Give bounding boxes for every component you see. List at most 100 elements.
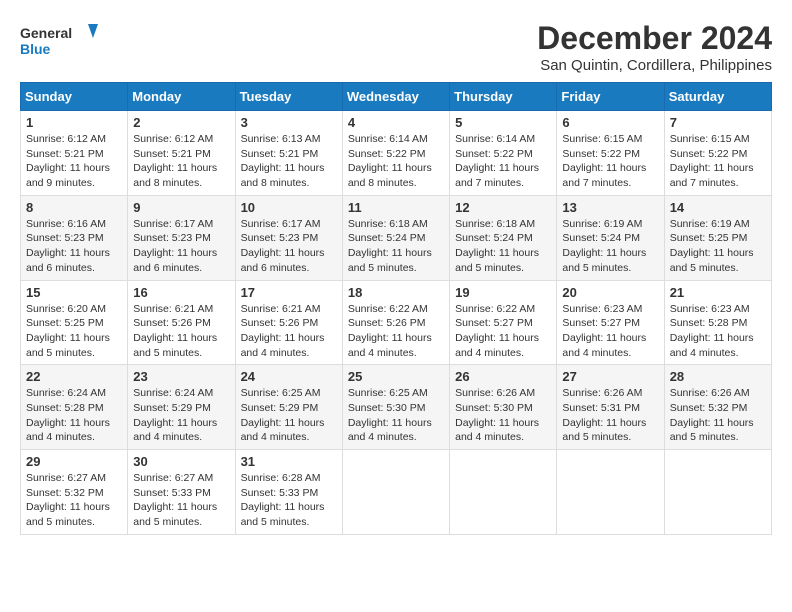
day-number: 30 <box>133 454 229 469</box>
calendar-cell <box>557 450 664 535</box>
day-number: 11 <box>348 200 444 215</box>
sunrise-text: Sunrise: 6:15 AM <box>562 132 658 147</box>
calendar-cell: 2 Sunrise: 6:12 AM Sunset: 5:21 PM Dayli… <box>128 111 235 196</box>
daylight-text: Daylight: 11 hours and 4 minutes. <box>133 416 229 445</box>
cell-content: Sunrise: 6:15 AM Sunset: 5:22 PM Dayligh… <box>670 132 766 191</box>
sunrise-text: Sunrise: 6:26 AM <box>670 386 766 401</box>
cell-content: Sunrise: 6:22 AM Sunset: 5:26 PM Dayligh… <box>348 302 444 361</box>
daylight-text: Daylight: 11 hours and 9 minutes. <box>26 161 122 190</box>
day-number: 20 <box>562 285 658 300</box>
daylight-text: Daylight: 11 hours and 5 minutes. <box>670 416 766 445</box>
sunrise-text: Sunrise: 6:15 AM <box>670 132 766 147</box>
sunset-text: Sunset: 5:26 PM <box>241 316 337 331</box>
sunrise-text: Sunrise: 6:28 AM <box>241 471 337 486</box>
calendar-cell <box>342 450 449 535</box>
sunset-text: Sunset: 5:28 PM <box>26 401 122 416</box>
daylight-text: Daylight: 11 hours and 5 minutes. <box>26 331 122 360</box>
daylight-text: Daylight: 11 hours and 4 minutes. <box>26 416 122 445</box>
day-number: 4 <box>348 115 444 130</box>
sunrise-text: Sunrise: 6:17 AM <box>133 217 229 232</box>
calendar-row: 1 Sunrise: 6:12 AM Sunset: 5:21 PM Dayli… <box>21 111 772 196</box>
day-number: 16 <box>133 285 229 300</box>
daylight-text: Daylight: 11 hours and 5 minutes. <box>241 500 337 529</box>
daylight-text: Daylight: 11 hours and 4 minutes. <box>562 331 658 360</box>
daylight-text: Daylight: 11 hours and 5 minutes. <box>562 246 658 275</box>
sunset-text: Sunset: 5:26 PM <box>348 316 444 331</box>
calendar-cell: 21 Sunrise: 6:23 AM Sunset: 5:28 PM Dayl… <box>664 280 771 365</box>
sunrise-text: Sunrise: 6:20 AM <box>26 302 122 317</box>
sunrise-text: Sunrise: 6:27 AM <box>133 471 229 486</box>
daylight-text: Daylight: 11 hours and 4 minutes. <box>348 416 444 445</box>
daylight-text: Daylight: 11 hours and 6 minutes. <box>26 246 122 275</box>
cell-content: Sunrise: 6:14 AM Sunset: 5:22 PM Dayligh… <box>455 132 551 191</box>
sunset-text: Sunset: 5:23 PM <box>26 231 122 246</box>
sunset-text: Sunset: 5:24 PM <box>455 231 551 246</box>
cell-content: Sunrise: 6:23 AM Sunset: 5:28 PM Dayligh… <box>670 302 766 361</box>
calendar-cell <box>664 450 771 535</box>
sunset-text: Sunset: 5:28 PM <box>670 316 766 331</box>
calendar-cell: 19 Sunrise: 6:22 AM Sunset: 5:27 PM Dayl… <box>450 280 557 365</box>
day-number: 27 <box>562 369 658 384</box>
sunset-text: Sunset: 5:23 PM <box>133 231 229 246</box>
day-number: 26 <box>455 369 551 384</box>
sunset-text: Sunset: 5:33 PM <box>241 486 337 501</box>
cell-content: Sunrise: 6:24 AM Sunset: 5:29 PM Dayligh… <box>133 386 229 445</box>
daylight-text: Daylight: 11 hours and 5 minutes. <box>133 331 229 360</box>
calendar-row: 15 Sunrise: 6:20 AM Sunset: 5:25 PM Dayl… <box>21 280 772 365</box>
cell-content: Sunrise: 6:28 AM Sunset: 5:33 PM Dayligh… <box>241 471 337 530</box>
daylight-text: Daylight: 11 hours and 4 minutes. <box>455 416 551 445</box>
sunset-text: Sunset: 5:27 PM <box>455 316 551 331</box>
daylight-text: Daylight: 11 hours and 4 minutes. <box>241 416 337 445</box>
page-container: General Blue December 2024 San Quintin, … <box>20 20 772 535</box>
daylight-text: Daylight: 11 hours and 8 minutes. <box>133 161 229 190</box>
sunrise-text: Sunrise: 6:12 AM <box>133 132 229 147</box>
calendar-cell: 7 Sunrise: 6:15 AM Sunset: 5:22 PM Dayli… <box>664 111 771 196</box>
sunrise-text: Sunrise: 6:18 AM <box>455 217 551 232</box>
daylight-text: Daylight: 11 hours and 7 minutes. <box>562 161 658 190</box>
sunset-text: Sunset: 5:24 PM <box>348 231 444 246</box>
sunrise-text: Sunrise: 6:19 AM <box>562 217 658 232</box>
location-title: San Quintin, Cordillera, Philippines <box>537 57 772 74</box>
calendar-cell: 26 Sunrise: 6:26 AM Sunset: 5:30 PM Dayl… <box>450 365 557 450</box>
cell-content: Sunrise: 6:19 AM Sunset: 5:25 PM Dayligh… <box>670 217 766 276</box>
sunrise-text: Sunrise: 6:25 AM <box>348 386 444 401</box>
col-friday: Friday <box>557 83 664 111</box>
sunrise-text: Sunrise: 6:24 AM <box>133 386 229 401</box>
daylight-text: Daylight: 11 hours and 5 minutes. <box>348 246 444 275</box>
calendar-row: 22 Sunrise: 6:24 AM Sunset: 5:28 PM Dayl… <box>21 365 772 450</box>
sunset-text: Sunset: 5:21 PM <box>133 147 229 162</box>
title-section: December 2024 San Quintin, Cordillera, P… <box>537 20 772 74</box>
sunrise-text: Sunrise: 6:24 AM <box>26 386 122 401</box>
sunrise-text: Sunrise: 6:16 AM <box>26 217 122 232</box>
calendar-cell: 13 Sunrise: 6:19 AM Sunset: 5:24 PM Dayl… <box>557 195 664 280</box>
sunrise-text: Sunrise: 6:13 AM <box>241 132 337 147</box>
sunset-text: Sunset: 5:21 PM <box>26 147 122 162</box>
cell-content: Sunrise: 6:22 AM Sunset: 5:27 PM Dayligh… <box>455 302 551 361</box>
svg-text:General: General <box>20 25 72 41</box>
sunrise-text: Sunrise: 6:23 AM <box>562 302 658 317</box>
calendar-cell: 10 Sunrise: 6:17 AM Sunset: 5:23 PM Dayl… <box>235 195 342 280</box>
calendar-cell: 25 Sunrise: 6:25 AM Sunset: 5:30 PM Dayl… <box>342 365 449 450</box>
calendar-cell: 22 Sunrise: 6:24 AM Sunset: 5:28 PM Dayl… <box>21 365 128 450</box>
daylight-text: Daylight: 11 hours and 6 minutes. <box>133 246 229 275</box>
sunset-text: Sunset: 5:21 PM <box>241 147 337 162</box>
day-number: 17 <box>241 285 337 300</box>
cell-content: Sunrise: 6:14 AM Sunset: 5:22 PM Dayligh… <box>348 132 444 191</box>
col-sunday: Sunday <box>21 83 128 111</box>
sunrise-text: Sunrise: 6:21 AM <box>241 302 337 317</box>
col-monday: Monday <box>128 83 235 111</box>
daylight-text: Daylight: 11 hours and 5 minutes. <box>26 500 122 529</box>
daylight-text: Daylight: 11 hours and 5 minutes. <box>562 416 658 445</box>
day-number: 29 <box>26 454 122 469</box>
sunrise-text: Sunrise: 6:17 AM <box>241 217 337 232</box>
sunset-text: Sunset: 5:25 PM <box>670 231 766 246</box>
daylight-text: Daylight: 11 hours and 6 minutes. <box>241 246 337 275</box>
sunrise-text: Sunrise: 6:23 AM <box>670 302 766 317</box>
day-number: 8 <box>26 200 122 215</box>
cell-content: Sunrise: 6:27 AM Sunset: 5:33 PM Dayligh… <box>133 471 229 530</box>
cell-content: Sunrise: 6:23 AM Sunset: 5:27 PM Dayligh… <box>562 302 658 361</box>
day-number: 9 <box>133 200 229 215</box>
logo-svg: General Blue <box>20 20 100 64</box>
sunset-text: Sunset: 5:30 PM <box>455 401 551 416</box>
calendar-cell: 17 Sunrise: 6:21 AM Sunset: 5:26 PM Dayl… <box>235 280 342 365</box>
